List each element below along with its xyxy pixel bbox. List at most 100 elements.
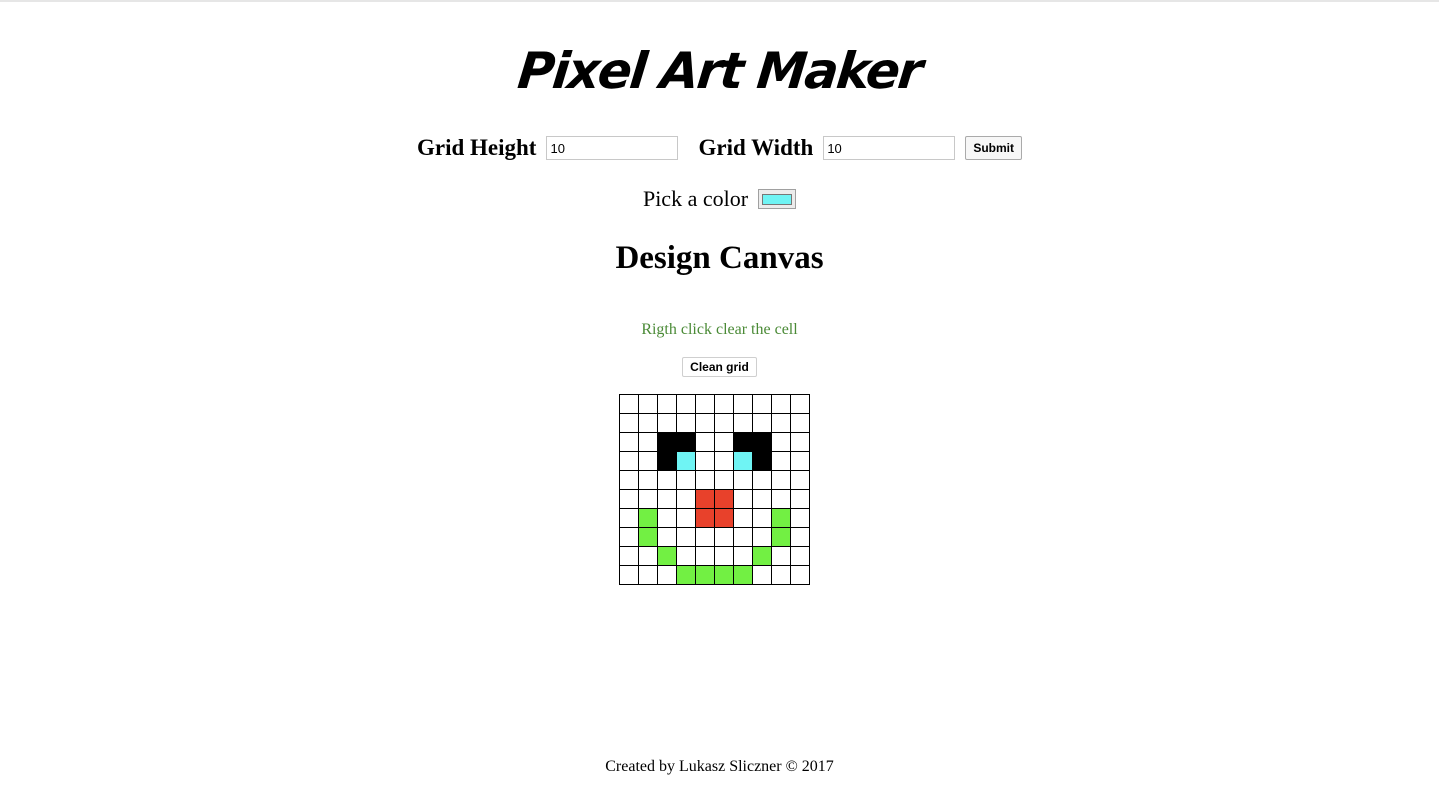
canvas-cell[interactable] [771, 546, 791, 566]
canvas-cell[interactable] [657, 546, 677, 566]
canvas-cell[interactable] [733, 470, 753, 490]
canvas-cell[interactable] [657, 432, 677, 452]
canvas-cell[interactable] [619, 508, 639, 528]
canvas-cell[interactable] [714, 413, 734, 433]
canvas-cell[interactable] [619, 394, 639, 414]
canvas-cell[interactable] [790, 565, 810, 585]
canvas-cell[interactable] [714, 565, 734, 585]
canvas-cell[interactable] [752, 565, 772, 585]
canvas-cell[interactable] [714, 527, 734, 547]
canvas-cell[interactable] [790, 489, 810, 509]
canvas-cell[interactable] [657, 451, 677, 471]
canvas-cell[interactable] [733, 565, 753, 585]
canvas-cell[interactable] [657, 413, 677, 433]
canvas-cell[interactable] [771, 508, 791, 528]
canvas-cell[interactable] [657, 470, 677, 490]
canvas-cell[interactable] [752, 432, 772, 452]
canvas-cell[interactable] [619, 489, 639, 509]
canvas-cell[interactable] [638, 451, 658, 471]
canvas-cell[interactable] [771, 489, 791, 509]
canvas-cell[interactable] [790, 451, 810, 471]
canvas-cell[interactable] [752, 413, 772, 433]
canvas-cell[interactable] [619, 546, 639, 566]
canvas-cell[interactable] [657, 565, 677, 585]
canvas-cell[interactable] [733, 451, 753, 471]
canvas-cell[interactable] [619, 432, 639, 452]
canvas-cell[interactable] [676, 565, 696, 585]
canvas-cell[interactable] [657, 489, 677, 509]
canvas-cell[interactable] [752, 451, 772, 471]
canvas-cell[interactable] [695, 451, 715, 471]
canvas-cell[interactable] [676, 508, 696, 528]
canvas-cell[interactable] [733, 508, 753, 528]
canvas-cell[interactable] [790, 527, 810, 547]
canvas-cell[interactable] [752, 508, 772, 528]
canvas-cell[interactable] [733, 432, 753, 452]
canvas-cell[interactable] [733, 489, 753, 509]
canvas-cell[interactable] [695, 508, 715, 528]
canvas-cell[interactable] [771, 432, 791, 452]
grid-width-input[interactable] [823, 136, 956, 160]
canvas-cell[interactable] [790, 546, 810, 566]
clean-grid-button[interactable]: Clean grid [682, 357, 757, 377]
canvas-cell[interactable] [752, 394, 772, 414]
canvas-cell[interactable] [638, 413, 658, 433]
canvas-cell[interactable] [790, 394, 810, 414]
canvas-cell[interactable] [619, 470, 639, 490]
canvas-cell[interactable] [714, 451, 734, 471]
canvas-cell[interactable] [695, 394, 715, 414]
canvas-cell[interactable] [752, 527, 772, 547]
canvas-cell[interactable] [638, 527, 658, 547]
canvas-cell[interactable] [638, 565, 658, 585]
canvas-cell[interactable] [752, 489, 772, 509]
canvas-cell[interactable] [695, 432, 715, 452]
canvas-cell[interactable] [752, 546, 772, 566]
canvas-cell[interactable] [638, 489, 658, 509]
canvas-cell[interactable] [638, 394, 658, 414]
canvas-cell[interactable] [619, 565, 639, 585]
canvas-cell[interactable] [638, 508, 658, 528]
canvas-cell[interactable] [790, 413, 810, 433]
canvas-cell[interactable] [638, 432, 658, 452]
canvas-cell[interactable] [714, 489, 734, 509]
canvas-cell[interactable] [676, 394, 696, 414]
color-picker-input[interactable] [758, 189, 797, 209]
canvas-cell[interactable] [676, 413, 696, 433]
canvas-cell[interactable] [638, 546, 658, 566]
canvas-cell[interactable] [619, 527, 639, 547]
canvas-cell[interactable] [676, 432, 696, 452]
canvas-cell[interactable] [676, 451, 696, 471]
canvas-cell[interactable] [771, 470, 791, 490]
canvas-cell[interactable] [714, 546, 734, 566]
canvas-cell[interactable] [714, 432, 734, 452]
canvas-cell[interactable] [619, 451, 639, 471]
canvas-cell[interactable] [714, 508, 734, 528]
canvas-cell[interactable] [676, 546, 696, 566]
canvas-cell[interactable] [676, 489, 696, 509]
canvas-cell[interactable] [733, 546, 753, 566]
canvas-cell[interactable] [790, 470, 810, 490]
canvas-cell[interactable] [771, 565, 791, 585]
submit-button[interactable]: Submit [965, 136, 1022, 160]
canvas-cell[interactable] [695, 527, 715, 547]
canvas-cell[interactable] [657, 394, 677, 414]
canvas-cell[interactable] [657, 508, 677, 528]
canvas-cell[interactable] [695, 565, 715, 585]
canvas-cell[interactable] [676, 527, 696, 547]
canvas-cell[interactable] [733, 394, 753, 414]
canvas-cell[interactable] [695, 470, 715, 490]
canvas-cell[interactable] [771, 394, 791, 414]
pixel-canvas[interactable] [619, 394, 810, 585]
canvas-cell[interactable] [771, 413, 791, 433]
canvas-cell[interactable] [619, 413, 639, 433]
canvas-cell[interactable] [733, 413, 753, 433]
canvas-cell[interactable] [714, 470, 734, 490]
canvas-cell[interactable] [733, 527, 753, 547]
canvas-cell[interactable] [714, 394, 734, 414]
canvas-cell[interactable] [676, 470, 696, 490]
canvas-cell[interactable] [695, 546, 715, 566]
canvas-cell[interactable] [638, 470, 658, 490]
canvas-cell[interactable] [695, 489, 715, 509]
canvas-cell[interactable] [657, 527, 677, 547]
canvas-cell[interactable] [752, 470, 772, 490]
